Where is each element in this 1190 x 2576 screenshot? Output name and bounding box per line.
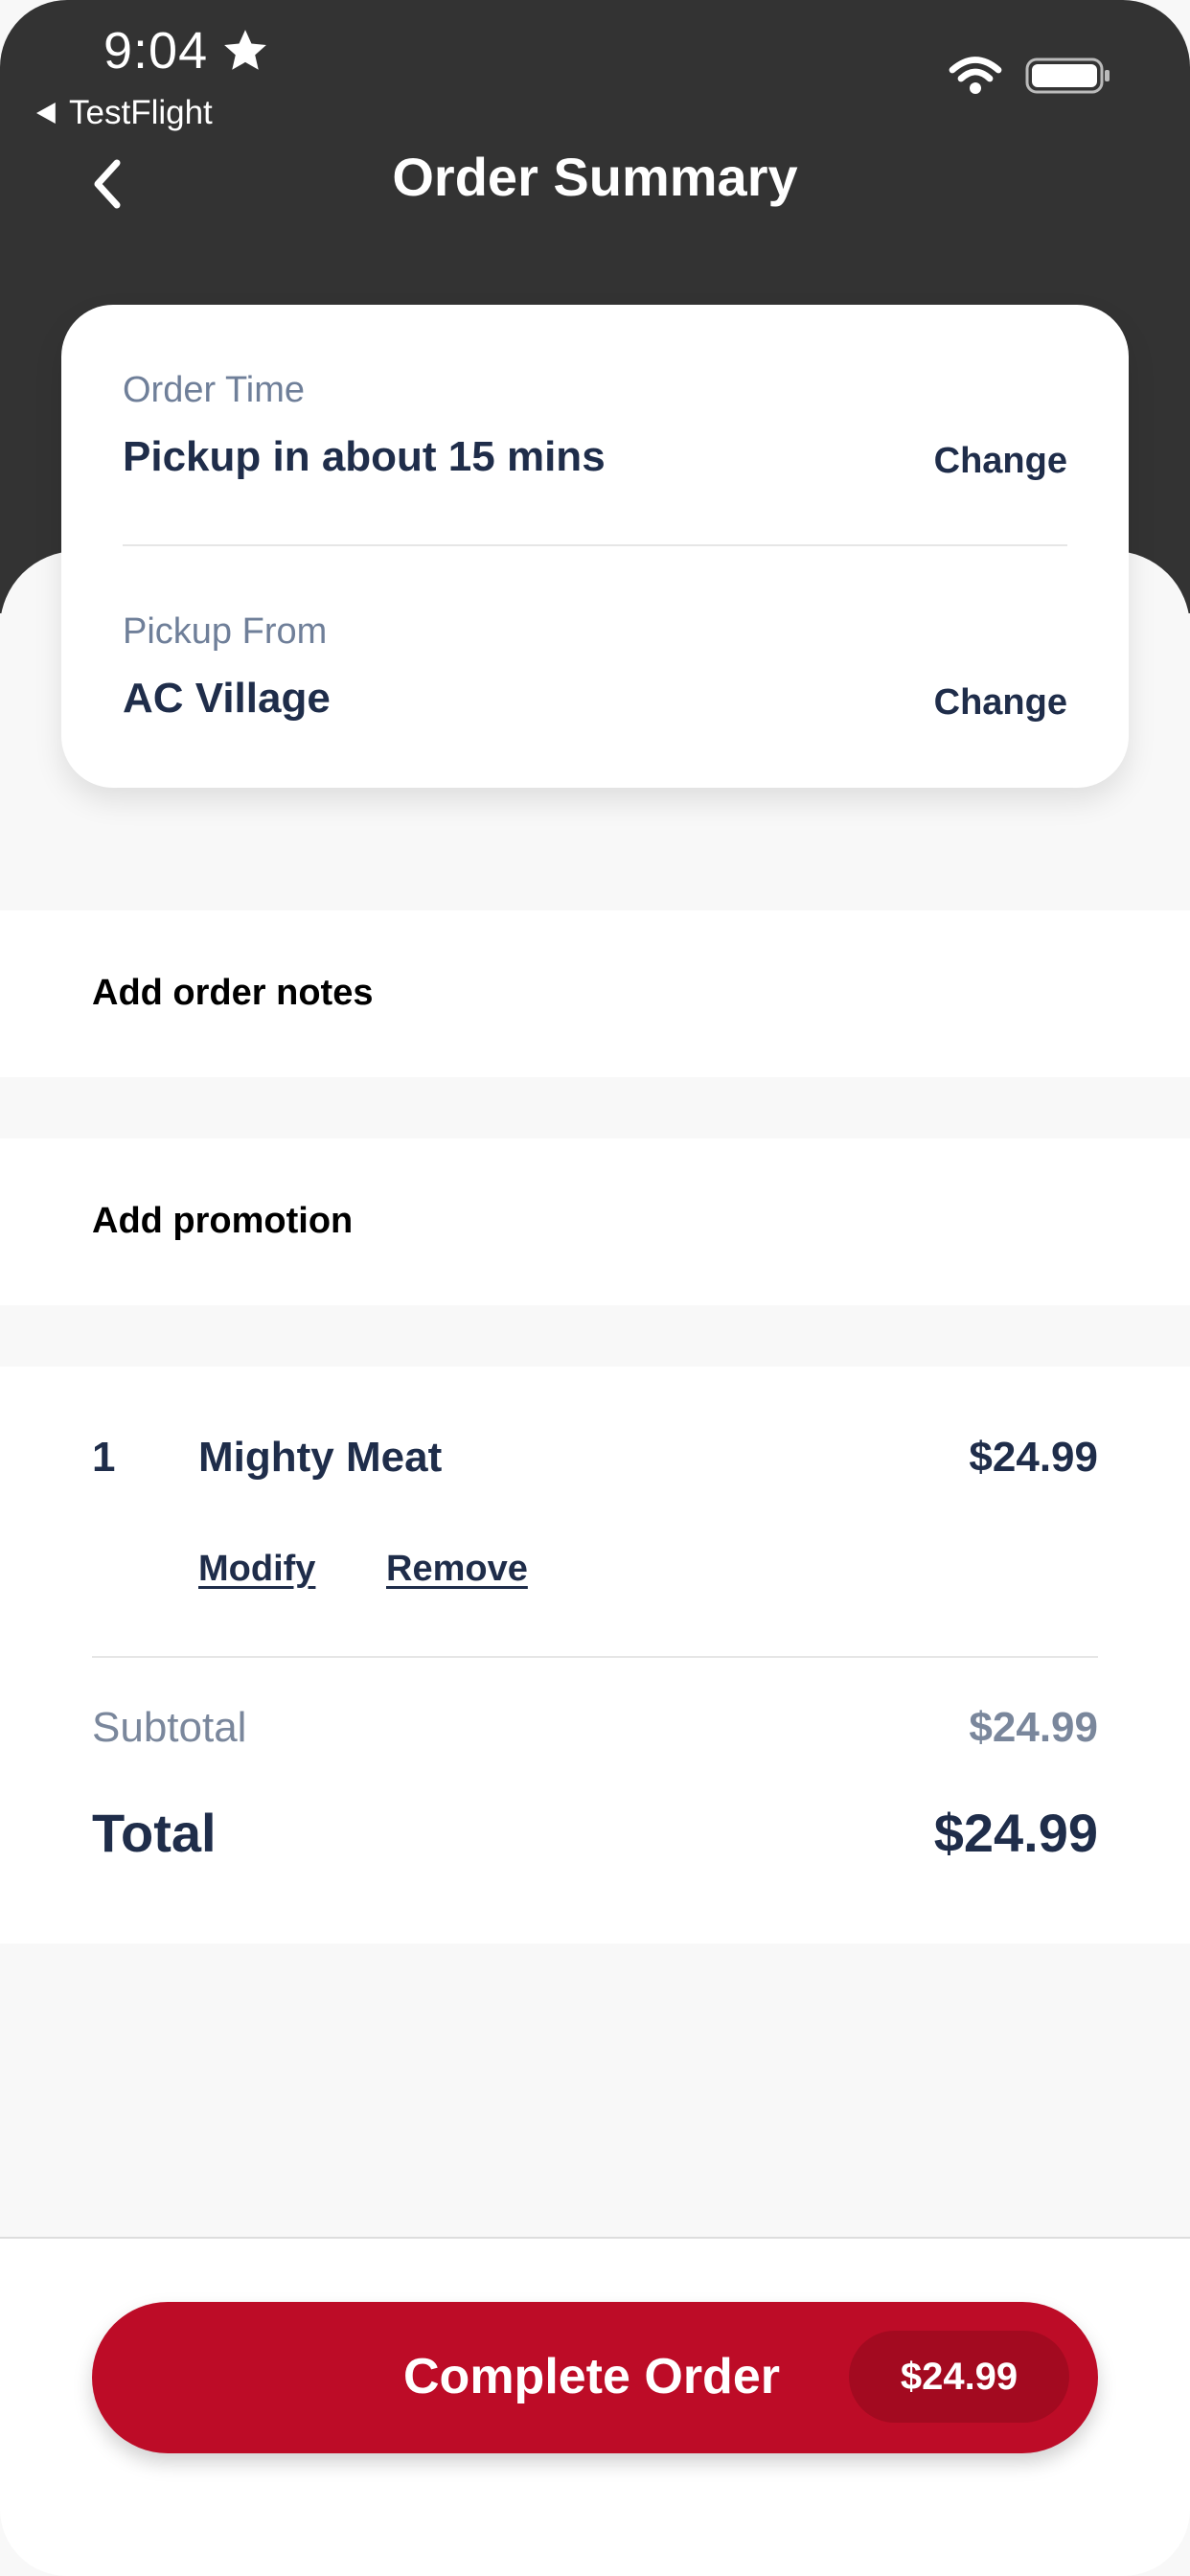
back-triangle-icon xyxy=(36,103,56,124)
total-value: $24.99 xyxy=(933,1803,1098,1863)
battery-icon xyxy=(1025,58,1110,94)
order-time-change-button[interactable]: Change xyxy=(934,441,1067,482)
status-back-to-app[interactable]: TestFlight xyxy=(36,94,213,132)
subtotal-value: $24.99 xyxy=(969,1704,1098,1751)
add-order-notes-label: Add order notes xyxy=(92,973,374,1013)
order-amount-badge: $24.99 xyxy=(849,2331,1069,2423)
add-promotion-row[interactable]: Add promotion xyxy=(0,1138,1190,1305)
status-time-text: 9:04 xyxy=(103,22,209,80)
page-title: Order Summary xyxy=(392,147,798,207)
pickup-change-button[interactable]: Change xyxy=(934,682,1067,724)
order-time-label: Order Time xyxy=(123,370,306,410)
items-divider xyxy=(92,1656,1098,1658)
status-back-label: TestFlight xyxy=(69,94,213,131)
pickup-from-label: Pickup From xyxy=(123,611,328,652)
card-divider xyxy=(123,544,1067,546)
item-price: $24.99 xyxy=(969,1434,1098,1481)
complete-order-label: Complete Order xyxy=(403,2349,780,2404)
subtotal-label: Subtotal xyxy=(92,1704,247,1751)
order-time-value: Pickup in about 15 mins xyxy=(123,433,606,480)
app-screen: 9:04 TestFlight Order Summary Order Time… xyxy=(0,0,1190,2576)
add-promotion-label: Add promotion xyxy=(92,1201,354,1241)
item-quantity: 1 xyxy=(92,1434,116,1481)
wifi-icon xyxy=(949,57,1002,94)
order-items-section: 1 Mighty Meat $24.99 Modify Remove Subto… xyxy=(0,1367,1190,1944)
modify-item-link[interactable]: Modify xyxy=(198,1549,315,1590)
total-label: Total xyxy=(92,1803,217,1863)
add-order-notes-row[interactable]: Add order notes xyxy=(0,910,1190,1077)
status-time: 9:04 xyxy=(103,21,269,80)
item-name: Mighty Meat xyxy=(198,1434,443,1481)
star-icon xyxy=(224,30,266,70)
complete-order-button[interactable]: Complete Order $24.99 xyxy=(92,2302,1098,2453)
order-info-card: Order Time Pickup in about 15 mins Chang… xyxy=(61,305,1129,788)
pickup-from-value: AC Village xyxy=(123,675,331,722)
status-indicators xyxy=(949,56,1111,96)
remove-item-link[interactable]: Remove xyxy=(386,1549,528,1590)
